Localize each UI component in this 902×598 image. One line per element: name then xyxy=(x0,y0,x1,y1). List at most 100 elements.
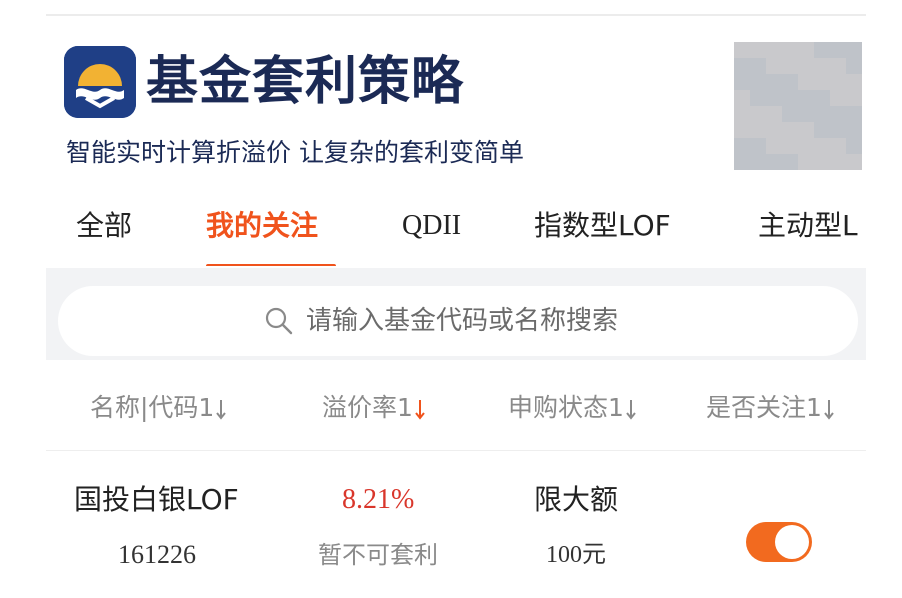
avatar-pixel xyxy=(798,138,814,154)
avatar-pixel xyxy=(766,74,782,90)
search-placeholder: 请输入基金代码或名称搜索 xyxy=(306,306,619,336)
avatar-pixel xyxy=(814,122,830,138)
follow-toggle[interactable] xyxy=(746,522,812,562)
avatar-pixel xyxy=(782,122,798,138)
avatar-pixel xyxy=(766,42,782,58)
avatar-pixel xyxy=(814,138,830,154)
purchase-status: 限大额 xyxy=(534,483,619,516)
sort-icon xyxy=(824,400,834,420)
user-avatar[interactable] xyxy=(734,42,862,170)
app-title: 基金套利策略 xyxy=(146,52,465,112)
avatar-pixel xyxy=(830,106,846,122)
fund-code: 161226 xyxy=(118,540,196,569)
fund-arbitrage-card: 基金套利策略 智能实时计算折溢价 让复杂的套利变简单 全部 我的关注 QDII … xyxy=(46,14,866,598)
fund-name: 国投白银LOF xyxy=(74,483,239,516)
avatar-pixel xyxy=(846,138,862,154)
avatar-pixel xyxy=(734,138,750,154)
avatar-pixel xyxy=(798,74,814,90)
column-header-label: 名称|代码1 xyxy=(90,393,215,422)
header: 基金套利策略 智能实时计算折溢价 让复杂的套利变简单 xyxy=(46,16,866,206)
premium-rate: 8.21% xyxy=(342,484,415,515)
avatar-pixel xyxy=(782,106,798,122)
avatar-pixel xyxy=(766,138,782,154)
avatar-pixel xyxy=(782,74,798,90)
avatar-pixel xyxy=(846,106,862,122)
avatar-pixel xyxy=(766,90,782,106)
arbitrage-status: 暂不可套利 xyxy=(318,541,438,569)
purchase-limit: 100元 xyxy=(546,542,606,568)
avatar-pixel xyxy=(846,154,862,170)
avatar-pixel xyxy=(798,42,814,58)
avatar-pixel xyxy=(750,106,766,122)
avatar-pixel xyxy=(846,58,862,74)
sort-icon xyxy=(216,400,227,420)
avatar-pixel xyxy=(782,154,798,170)
avatar-pixel xyxy=(798,106,814,122)
tab-all[interactable]: 全部 xyxy=(76,206,132,266)
divider xyxy=(46,450,866,451)
avatar-pixel xyxy=(846,42,862,58)
app-logo-icon xyxy=(64,46,136,118)
avatar-pixel xyxy=(798,58,814,74)
avatar-pixel xyxy=(782,58,798,74)
search-input[interactable]: 请输入基金代码或名称搜索 xyxy=(58,286,858,356)
search-bar-area: 请输入基金代码或名称搜索 xyxy=(46,268,866,360)
avatar-pixel xyxy=(814,42,830,58)
avatar-pixel xyxy=(830,90,846,106)
avatar-pixel xyxy=(846,74,862,90)
avatar-pixel xyxy=(734,122,750,138)
category-tabs: 全部 我的关注 QDII 指数型LOF 主动型L xyxy=(46,206,866,266)
avatar-pixel xyxy=(750,138,766,154)
active-tab-indicator xyxy=(206,264,336,266)
avatar-pixel xyxy=(782,138,798,154)
avatar-pixel xyxy=(734,74,750,90)
column-header-label: 溢价率1 xyxy=(322,393,413,422)
avatar-pixel xyxy=(798,122,814,138)
search-icon xyxy=(265,307,293,335)
avatar-pixel xyxy=(734,58,750,74)
avatar-pixel xyxy=(814,58,830,74)
table-row[interactable]: 国投白银LOF 161226 8.21% 暂不可套利 限大额 100元 xyxy=(46,480,866,590)
avatar-pixel xyxy=(750,154,766,170)
avatar-pixel xyxy=(814,154,830,170)
avatar-pixel xyxy=(750,90,766,106)
avatar-pixel xyxy=(830,58,846,74)
avatar-pixel xyxy=(814,106,830,122)
avatar-pixel xyxy=(766,58,782,74)
tab-qdii[interactable]: QDII xyxy=(402,206,461,266)
avatar-pixel xyxy=(830,154,846,170)
avatar-pixel xyxy=(846,122,862,138)
avatar-pixel xyxy=(766,122,782,138)
app-slogan: 智能实时计算折溢价 让复杂的套利变简单 xyxy=(66,138,524,167)
avatar-pixel xyxy=(734,154,750,170)
sort-icon xyxy=(626,400,636,420)
avatar-pixel xyxy=(750,58,766,74)
avatar-pixel xyxy=(734,106,750,122)
tab-my-follows[interactable]: 我的关注 xyxy=(206,206,318,266)
tab-index-lof[interactable]: 指数型LOF xyxy=(534,206,671,266)
avatar-pixel xyxy=(830,138,846,154)
column-header-name-code[interactable]: 名称|代码1 xyxy=(90,388,227,428)
tab-active-lof[interactable]: 主动型L xyxy=(758,206,858,266)
avatar-pixel xyxy=(846,90,862,106)
avatar-pixel xyxy=(814,74,830,90)
avatar-pixel xyxy=(798,154,814,170)
avatar-pixel xyxy=(734,90,750,106)
avatar-pixel xyxy=(830,74,846,90)
avatar-pixel xyxy=(766,106,782,122)
column-header-follow[interactable]: 是否关注1 xyxy=(706,388,834,428)
column-header-premium-rate[interactable]: 溢价率1 xyxy=(322,388,425,428)
avatar-pixel xyxy=(734,42,750,58)
avatar-pixel xyxy=(798,90,814,106)
avatar-pixel xyxy=(782,90,798,106)
avatar-pixel xyxy=(766,154,782,170)
column-header-purchase-status[interactable]: 申购状态1 xyxy=(508,388,636,428)
avatar-pixel xyxy=(750,122,766,138)
avatar-pixel xyxy=(814,90,830,106)
table-header: 名称|代码1 溢价率1 申购状态1 是否关注1 xyxy=(46,388,866,438)
avatar-pixel xyxy=(830,42,846,58)
avatar-pixel xyxy=(750,42,766,58)
avatar-pixel xyxy=(830,122,846,138)
column-header-label: 是否关注1 xyxy=(706,393,822,422)
avatar-pixel xyxy=(782,42,798,58)
